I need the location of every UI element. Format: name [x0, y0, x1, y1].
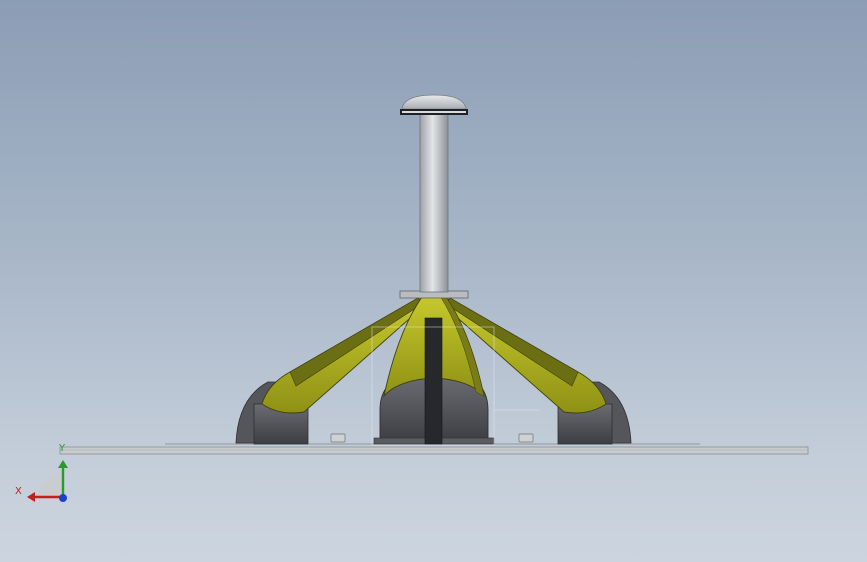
center-slot — [424, 317, 443, 445]
mast — [419, 113, 449, 293]
y-axis-label: Y — [59, 443, 66, 454]
cad-viewport[interactable]: Y X — [0, 0, 867, 562]
cad-model-canvas[interactable] — [0, 0, 867, 562]
mast-cap — [400, 94, 468, 115]
axis-triad-icon[interactable] — [27, 460, 68, 502]
base-plate — [59, 443, 809, 455]
x-axis-label: X — [15, 486, 22, 497]
